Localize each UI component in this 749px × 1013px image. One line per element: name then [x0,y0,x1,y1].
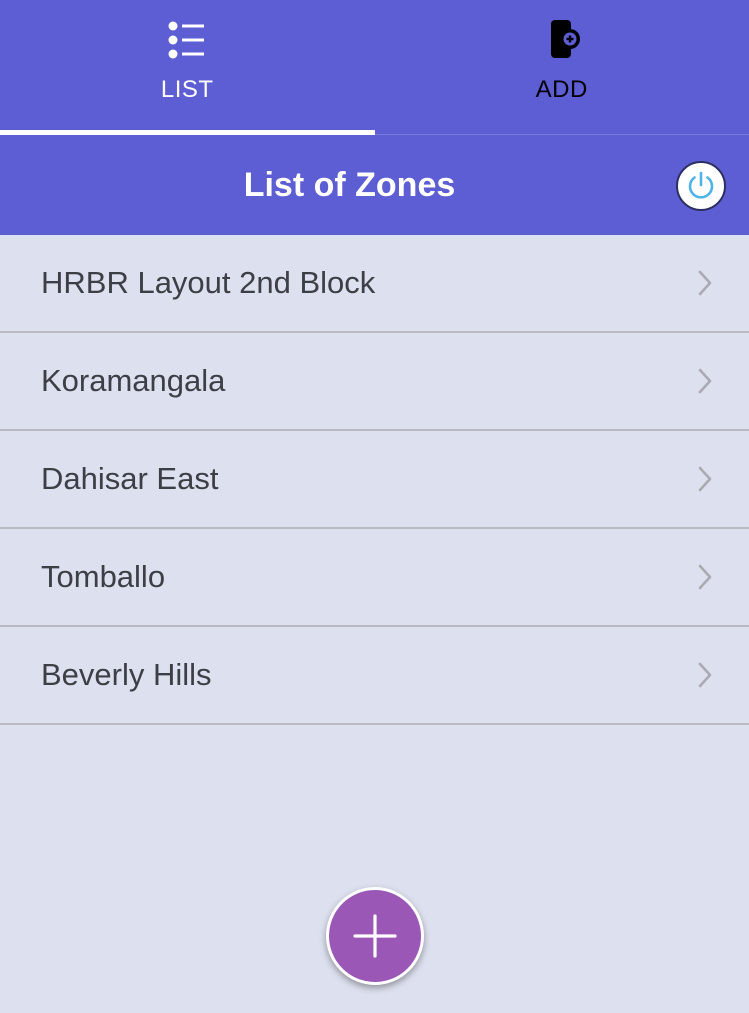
zone-list-item[interactable]: HRBR Layout 2nd Block [0,235,749,333]
zone-list-item[interactable]: Koramangala [0,333,749,431]
zone-name: HRBR Layout 2nd Block [41,265,376,300]
zone-list-item[interactable]: Beverly Hills [0,627,749,725]
plus-icon [353,914,397,958]
zone-list-item[interactable]: Tomballo [0,529,749,627]
zone-name: Koramangala [41,363,226,398]
tab-add-label: ADD [535,76,588,103]
chevron-right-icon [698,564,712,590]
chevron-right-icon [698,270,712,296]
add-zone-button[interactable] [326,887,424,985]
list-icon [168,21,205,59]
chevron-right-icon [698,368,712,394]
tab-list-label: LIST [160,76,214,103]
zone-name: Dahisar East [41,461,219,496]
tab-bar: LIST ADD [0,0,749,135]
zone-name: Beverly Hills [41,657,212,692]
zone-list: HRBR Layout 2nd Block Koramangala Dahisa… [0,235,749,725]
page-title: List of Zones [243,165,456,204]
power-icon [688,171,714,199]
chevron-right-icon [698,466,712,492]
chevron-right-icon [698,662,712,688]
tab-add[interactable]: ADD [374,0,749,135]
page-header: List of Zones [0,135,749,235]
zone-name: Tomballo [41,559,166,594]
power-button[interactable] [676,161,726,211]
zone-list-item[interactable]: Dahisar East [0,431,749,529]
add-device-icon [550,20,580,58]
tab-list[interactable]: LIST [0,0,375,135]
